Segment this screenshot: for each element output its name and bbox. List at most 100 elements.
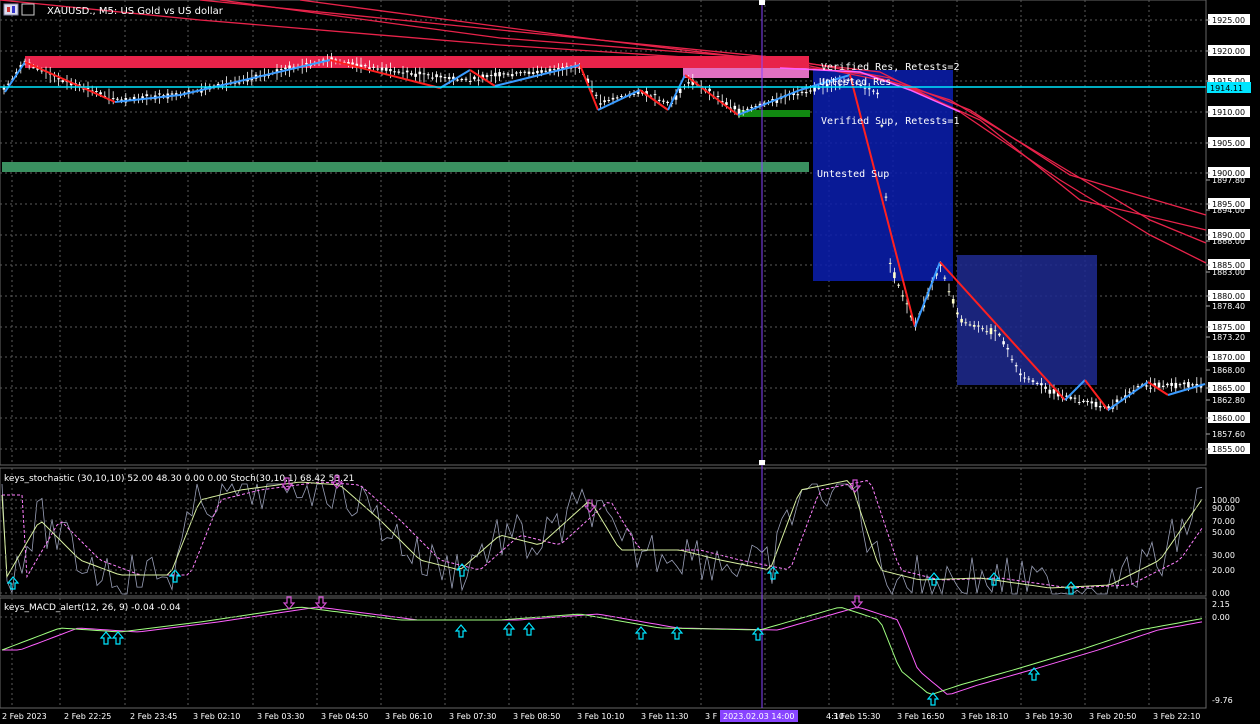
time-axis-label: 3 Feb 04:50 — [321, 712, 368, 721]
candle-body — [1149, 387, 1152, 389]
time-axis-label: 3 Feb 03:30 — [257, 712, 304, 721]
candle-body — [422, 73, 426, 75]
candle-body — [620, 95, 623, 97]
candle-body — [666, 101, 669, 104]
candle-body — [1161, 385, 1165, 388]
up-arrow-icon — [99, 631, 113, 645]
price-tick-label: 1883.00 — [1212, 268, 1245, 277]
candle-body — [489, 74, 493, 76]
zigzag-segment — [667, 74, 686, 111]
price-tick-label: 1875.00 — [1212, 323, 1245, 332]
candle-body — [750, 106, 753, 108]
stoch-tick-label: 30.00 — [1212, 551, 1235, 560]
candle-body — [305, 63, 308, 65]
time-axis-label: 3 F — [705, 712, 718, 721]
crosshair-handle-bottom[interactable] — [759, 460, 765, 465]
candle-body — [397, 71, 401, 73]
time-axis-label: 3 Feb 20:50 — [1089, 712, 1136, 721]
candle-body — [473, 76, 476, 80]
candle-body — [1082, 400, 1085, 402]
candle-body — [393, 71, 396, 73]
candle-body — [460, 78, 464, 81]
candle-body — [2, 87, 6, 90]
candle-body — [741, 110, 745, 112]
candle-body — [170, 93, 174, 95]
candle-body — [981, 328, 984, 330]
candle-body — [1094, 401, 1098, 407]
resistance-zone-untested — [683, 68, 809, 78]
chart-window[interactable]: Verified Res, Retests=2 Untested Res Ver… — [0, 0, 1260, 724]
candle-body — [380, 67, 384, 71]
candle-body — [1086, 400, 1089, 403]
stochastic-lines — [1, 480, 1203, 596]
candle-body — [506, 73, 510, 75]
candle-body — [867, 88, 871, 90]
candle-body — [384, 67, 388, 71]
candle-body — [989, 328, 993, 335]
candle-body — [284, 67, 287, 70]
candle-body — [901, 295, 905, 297]
candle-body — [599, 103, 602, 105]
candle-body — [1178, 384, 1182, 386]
verified-sup-label: Verified Sup, Retests=1 — [821, 116, 959, 127]
chart-window-icon-bar1 — [7, 7, 10, 12]
candle-body — [158, 93, 161, 95]
candle-body — [960, 318, 963, 323]
down-arrow-icon — [848, 479, 862, 493]
zigzag-segment — [1167, 383, 1206, 396]
candle-body — [1006, 347, 1010, 350]
price-tick-label: 1880.00 — [1212, 292, 1245, 301]
candle-body — [477, 79, 480, 81]
stoch-tick-label: 0.00 — [1212, 589, 1230, 598]
time-axis-label: 3 Feb 06:10 — [385, 712, 432, 721]
stoch-main-line — [1, 480, 1203, 589]
macd-lines — [1, 606, 1203, 695]
price-axis[interactable]: 1925.001920.001915.001910.001905.001900.… — [1206, 14, 1250, 454]
time-axis-label: 3 Feb 10:10 — [577, 712, 624, 721]
price-tick-label: 1878.40 — [1212, 302, 1245, 311]
candle-body — [531, 72, 535, 74]
chart-window-icon[interactable] — [3, 3, 19, 16]
moving-average-1 — [219, 0, 1207, 264]
forecast-box-2 — [957, 255, 1097, 385]
crosshair-handle-top[interactable] — [759, 0, 765, 5]
time-axis[interactable]: 2 Feb 2023 2 Feb 22:25 2 Feb 23:45 3 Feb 02… — [2, 712, 1200, 721]
candle-body — [502, 73, 506, 75]
candle-body — [1027, 378, 1031, 380]
candle-body — [426, 74, 430, 76]
candle-body — [431, 77, 434, 79]
candle-body — [1182, 382, 1186, 385]
chart-canvas[interactable]: Verified Res, Retests=2 Untested Res Ver… — [0, 0, 1260, 724]
candle-body — [796, 94, 800, 96]
time-axis-label: 3 Feb 15:30 — [833, 712, 880, 721]
stoch-tick-label: 50.00 — [1212, 528, 1235, 537]
candle-body — [464, 78, 468, 80]
candle-body — [1115, 399, 1119, 403]
candle-body — [389, 69, 392, 72]
candle-body — [708, 88, 711, 92]
candle-body — [410, 73, 413, 75]
candle-body — [401, 72, 405, 74]
stochastic-axis: 100.0090.0070.0050.0030.0020.000.00 — [0, 496, 1240, 598]
candle-body — [1023, 377, 1026, 379]
candle-body — [443, 77, 447, 79]
candle-body — [977, 325, 980, 327]
chart-title: XAUUSD., M5: US Gold vs US dollar — [47, 6, 224, 17]
price-tick-label: 1910.00 — [1212, 108, 1245, 117]
candle-body — [1187, 382, 1190, 388]
candle-body — [447, 77, 451, 80]
candle-body — [552, 68, 556, 70]
main-price-panel[interactable] — [0, 0, 1207, 466]
candle-body — [439, 75, 443, 78]
candle-body — [662, 100, 665, 102]
chart-mode-icon[interactable] — [21, 3, 35, 16]
candle-body — [32, 67, 35, 69]
candle-body — [1191, 384, 1194, 386]
stoch-tick-label: 20.00 — [1212, 566, 1235, 575]
candle-body — [527, 71, 531, 74]
macd-main-line — [1, 606, 1203, 695]
candle-body — [943, 277, 947, 279]
candle-body — [956, 312, 959, 315]
candle-body — [1174, 382, 1178, 389]
candle-body — [1048, 389, 1052, 394]
